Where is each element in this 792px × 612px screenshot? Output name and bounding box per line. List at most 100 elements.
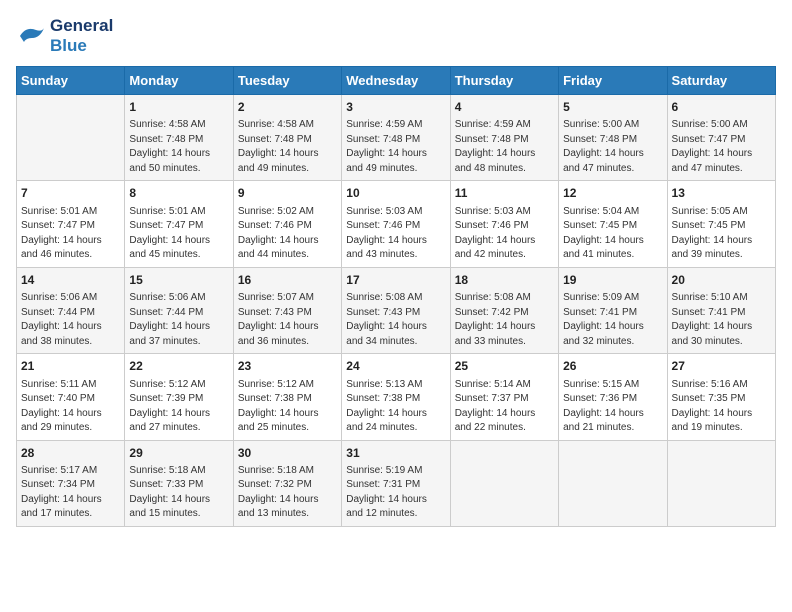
- calendar-body: 1 Sunrise: 4:58 AM Sunset: 7:48 PM Daylig…: [17, 95, 776, 527]
- day-info: Sunrise: 5:06 AM Sunset: 7:44 PM Dayligh…: [129, 291, 228, 349]
- day-info: Sunrise: 4:58 AM Sunset: 7:48 PM Dayligh…: [238, 118, 337, 176]
- day-cell: 13 Sunrise: 5:05 AM Sunset: 7:45 PM Dayli…: [667, 181, 775, 267]
- day-number: 17: [346, 272, 445, 289]
- day-cell: 20 Sunrise: 5:10 AM Sunset: 7:41 PM Dayli…: [667, 267, 775, 353]
- logo-text: General Blue: [50, 16, 113, 56]
- day-number: 10: [346, 185, 445, 202]
- day-number: 1: [129, 99, 228, 116]
- day-number: 7: [21, 185, 120, 202]
- day-info: Sunrise: 5:19 AM Sunset: 7:31 PM Dayligh…: [346, 464, 445, 522]
- day-cell: [450, 440, 558, 526]
- day-cell: 2 Sunrise: 4:58 AM Sunset: 7:48 PM Daylig…: [233, 95, 341, 181]
- day-cell: 18 Sunrise: 5:08 AM Sunset: 7:42 PM Dayli…: [450, 267, 558, 353]
- column-header-thursday: Thursday: [450, 67, 558, 95]
- day-info: Sunrise: 5:14 AM Sunset: 7:37 PM Dayligh…: [455, 378, 554, 436]
- day-info: Sunrise: 5:03 AM Sunset: 7:46 PM Dayligh…: [455, 205, 554, 263]
- day-cell: 29 Sunrise: 5:18 AM Sunset: 7:33 PM Dayli…: [125, 440, 233, 526]
- week-row-3: 14 Sunrise: 5:06 AM Sunset: 7:44 PM Dayli…: [17, 267, 776, 353]
- day-cell: 27 Sunrise: 5:16 AM Sunset: 7:35 PM Dayli…: [667, 354, 775, 440]
- day-info: Sunrise: 4:59 AM Sunset: 7:48 PM Dayligh…: [346, 118, 445, 176]
- day-cell: 30 Sunrise: 5:18 AM Sunset: 7:32 PM Dayli…: [233, 440, 341, 526]
- day-number: 3: [346, 99, 445, 116]
- day-cell: 6 Sunrise: 5:00 AM Sunset: 7:47 PM Daylig…: [667, 95, 775, 181]
- day-number: 16: [238, 272, 337, 289]
- day-number: 13: [672, 185, 771, 202]
- day-info: Sunrise: 5:00 AM Sunset: 7:47 PM Dayligh…: [672, 118, 771, 176]
- week-row-5: 28Sunrise: 5:17 AM Sunset: 7:34 PM Dayli…: [17, 440, 776, 526]
- day-number: 4: [455, 99, 554, 116]
- day-cell: 4Sunrise: 4:59 AM Sunset: 7:48 PM Daylig…: [450, 95, 558, 181]
- day-info: Sunrise: 5:12 AM Sunset: 7:38 PM Dayligh…: [238, 378, 337, 436]
- day-number: 30: [238, 445, 337, 462]
- day-number: 9: [238, 185, 337, 202]
- day-info: Sunrise: 5:03 AM Sunset: 7:46 PM Dayligh…: [346, 205, 445, 263]
- day-info: Sunrise: 5:10 AM Sunset: 7:41 PM Dayligh…: [672, 291, 771, 349]
- day-cell: 22Sunrise: 5:12 AM Sunset: 7:39 PM Dayli…: [125, 354, 233, 440]
- day-info: Sunrise: 5:11 AM Sunset: 7:40 PM Dayligh…: [21, 378, 120, 436]
- day-number: 20: [672, 272, 771, 289]
- day-info: Sunrise: 5:17 AM Sunset: 7:34 PM Dayligh…: [21, 464, 120, 522]
- day-cell: [667, 440, 775, 526]
- week-row-4: 21 Sunrise: 5:11 AM Sunset: 7:40 PM Dayli…: [17, 354, 776, 440]
- column-header-wednesday: Wednesday: [342, 67, 450, 95]
- day-cell: 21 Sunrise: 5:11 AM Sunset: 7:40 PM Dayli…: [17, 354, 125, 440]
- day-info: Sunrise: 5:06 AM Sunset: 7:44 PM Dayligh…: [21, 291, 120, 349]
- day-info: Sunrise: 5:04 AM Sunset: 7:45 PM Dayligh…: [563, 205, 662, 263]
- day-number: 27: [672, 358, 771, 375]
- day-cell: 26 Sunrise: 5:15 AM Sunset: 7:36 PM Dayli…: [559, 354, 667, 440]
- day-info: Sunrise: 5:18 AM Sunset: 7:33 PM Dayligh…: [129, 464, 228, 522]
- day-info: Sunrise: 4:58 AM Sunset: 7:48 PM Dayligh…: [129, 118, 228, 176]
- page-header: General Blue: [16, 16, 776, 56]
- day-info: Sunrise: 5:09 AM Sunset: 7:41 PM Dayligh…: [563, 291, 662, 349]
- day-info: Sunrise: 5:16 AM Sunset: 7:35 PM Dayligh…: [672, 378, 771, 436]
- day-number: 18: [455, 272, 554, 289]
- day-info: Sunrise: 5:15 AM Sunset: 7:36 PM Dayligh…: [563, 378, 662, 436]
- day-number: 11: [455, 185, 554, 202]
- day-number: 5: [563, 99, 662, 116]
- day-cell: 9 Sunrise: 5:02 AM Sunset: 7:46 PM Daylig…: [233, 181, 341, 267]
- column-header-monday: Monday: [125, 67, 233, 95]
- day-cell: 1 Sunrise: 4:58 AM Sunset: 7:48 PM Daylig…: [125, 95, 233, 181]
- day-info: Sunrise: 5:01 AM Sunset: 7:47 PM Dayligh…: [21, 205, 120, 263]
- day-number: 19: [563, 272, 662, 289]
- day-cell: [559, 440, 667, 526]
- calendar-header: SundayMondayTuesdayWednesdayThursdayFrid…: [17, 67, 776, 95]
- day-info: Sunrise: 5:02 AM Sunset: 7:46 PM Dayligh…: [238, 205, 337, 263]
- day-info: Sunrise: 5:08 AM Sunset: 7:42 PM Dayligh…: [455, 291, 554, 349]
- day-number: 29: [129, 445, 228, 462]
- day-cell: 7 Sunrise: 5:01 AM Sunset: 7:47 PM Daylig…: [17, 181, 125, 267]
- day-number: 12: [563, 185, 662, 202]
- day-cell: 23Sunrise: 5:12 AM Sunset: 7:38 PM Dayli…: [233, 354, 341, 440]
- day-info: Sunrise: 5:05 AM Sunset: 7:45 PM Dayligh…: [672, 205, 771, 263]
- day-info: Sunrise: 5:12 AM Sunset: 7:39 PM Dayligh…: [129, 378, 228, 436]
- day-cell: 5Sunrise: 5:00 AM Sunset: 7:48 PM Daylig…: [559, 95, 667, 181]
- day-cell: 25 Sunrise: 5:14 AM Sunset: 7:37 PM Dayli…: [450, 354, 558, 440]
- day-info: Sunrise: 5:08 AM Sunset: 7:43 PM Dayligh…: [346, 291, 445, 349]
- column-header-friday: Friday: [559, 67, 667, 95]
- day-cell: 16 Sunrise: 5:07 AM Sunset: 7:43 PM Dayli…: [233, 267, 341, 353]
- day-cell: 11 Sunrise: 5:03 AM Sunset: 7:46 PM Dayli…: [450, 181, 558, 267]
- header-row: SundayMondayTuesdayWednesdayThursdayFrid…: [17, 67, 776, 95]
- day-cell: 28Sunrise: 5:17 AM Sunset: 7:34 PM Dayli…: [17, 440, 125, 526]
- day-number: 25: [455, 358, 554, 375]
- week-row-2: 7 Sunrise: 5:01 AM Sunset: 7:47 PM Daylig…: [17, 181, 776, 267]
- day-cell: 10 Sunrise: 5:03 AM Sunset: 7:46 PM Dayli…: [342, 181, 450, 267]
- week-row-1: 1 Sunrise: 4:58 AM Sunset: 7:48 PM Daylig…: [17, 95, 776, 181]
- day-info: Sunrise: 5:07 AM Sunset: 7:43 PM Dayligh…: [238, 291, 337, 349]
- day-number: 6: [672, 99, 771, 116]
- day-cell: [17, 95, 125, 181]
- day-number: 14: [21, 272, 120, 289]
- day-cell: 8Sunrise: 5:01 AM Sunset: 7:47 PM Daylig…: [125, 181, 233, 267]
- calendar-table: SundayMondayTuesdayWednesdayThursdayFrid…: [16, 66, 776, 527]
- day-cell: 19 Sunrise: 5:09 AM Sunset: 7:41 PM Dayli…: [559, 267, 667, 353]
- day-cell: 12 Sunrise: 5:04 AM Sunset: 7:45 PM Dayli…: [559, 181, 667, 267]
- column-header-saturday: Saturday: [667, 67, 775, 95]
- day-info: Sunrise: 5:01 AM Sunset: 7:47 PM Dayligh…: [129, 205, 228, 263]
- day-number: 2: [238, 99, 337, 116]
- day-info: Sunrise: 5:18 AM Sunset: 7:32 PM Dayligh…: [238, 464, 337, 522]
- day-number: 21: [21, 358, 120, 375]
- day-number: 24: [346, 358, 445, 375]
- day-cell: 24Sunrise: 5:13 AM Sunset: 7:38 PM Dayli…: [342, 354, 450, 440]
- day-number: 26: [563, 358, 662, 375]
- day-cell: 14 Sunrise: 5:06 AM Sunset: 7:44 PM Dayli…: [17, 267, 125, 353]
